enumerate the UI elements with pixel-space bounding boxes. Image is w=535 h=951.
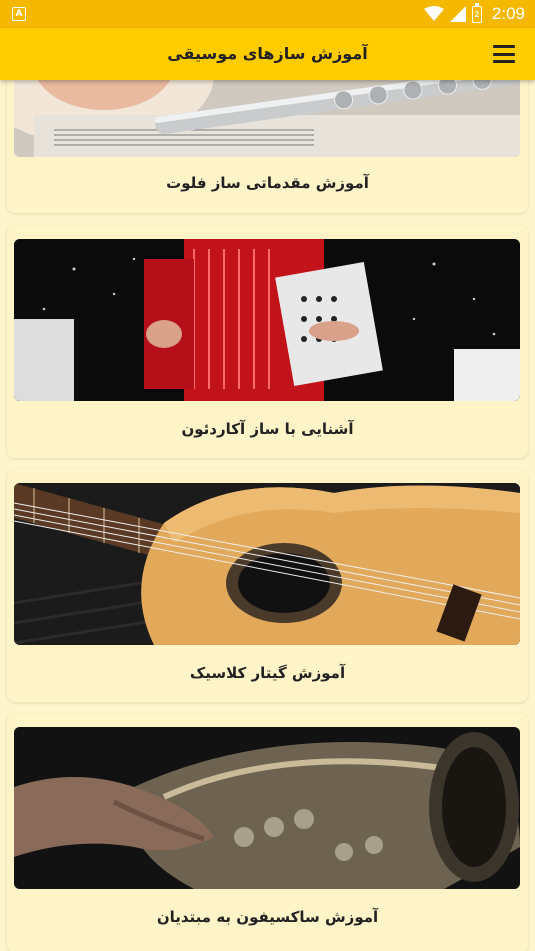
app-bar: آموزش سازهای موسیقی: [0, 28, 535, 80]
saxophone-image: [14, 727, 520, 889]
battery-icon: 2: [471, 2, 482, 23]
flute-image: [14, 80, 520, 157]
lesson-title: آموزش مقدماتی ساز فلوت: [166, 174, 369, 192]
status-bar: A 2 2:09: [0, 0, 535, 28]
accordion-image: [14, 239, 520, 401]
status-icons: 2 2:09: [423, 0, 525, 28]
status-time: 2:09: [491, 4, 525, 23]
signal-icon: [449, 6, 466, 22]
app-title: آموزش سازهای موسیقی: [167, 44, 368, 63]
lesson-feed[interactable]: آموزش مقدماتی ساز فلوت آشنایی با ساز آکا…: [0, 80, 535, 951]
guitar-image: [14, 483, 520, 645]
lesson-card[interactable]: آموزش گیتار کلاسیک: [7, 469, 528, 702]
lesson-card[interactable]: آموزش ساکسیفون به مبتدیان: [7, 713, 528, 951]
lesson-title: آموزش گیتار کلاسیک: [189, 664, 346, 682]
lesson-title: آشنایی با ساز آکاردئون: [181, 420, 354, 438]
a-notification-icon: A: [12, 7, 26, 21]
lesson-title: آموزش ساکسیفون به مبتدیان: [156, 908, 379, 926]
battery-glyph: 2: [474, 9, 480, 19]
lesson-card[interactable]: آشنایی با ساز آکاردئون: [7, 225, 528, 458]
wifi-icon: [423, 6, 444, 21]
hamburger-menu-icon[interactable]: [493, 45, 515, 63]
lesson-card[interactable]: آموزش مقدماتی ساز فلوت: [7, 80, 528, 213]
